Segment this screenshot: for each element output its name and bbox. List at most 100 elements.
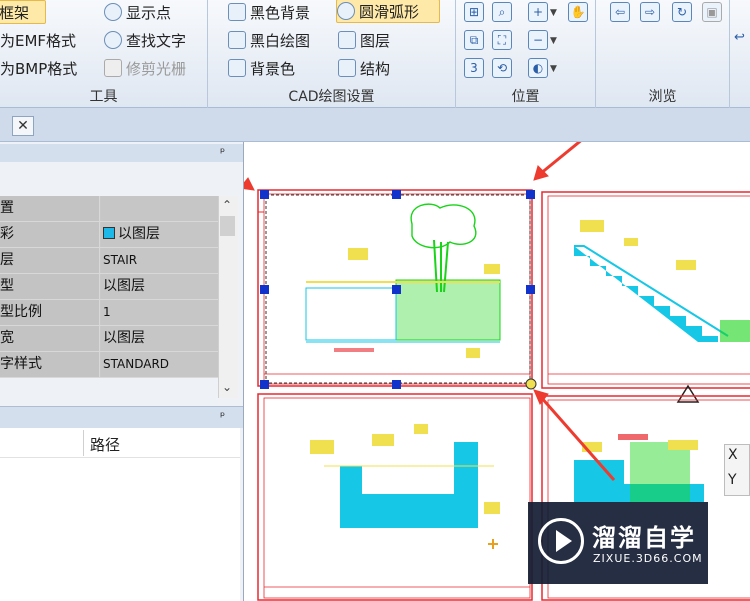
save-bmp-button[interactable]: 为BMP格式 <box>0 56 77 80</box>
property-value: 以图层 <box>101 326 218 351</box>
browse-group: ⇦ ⇨ ↻ ▣ 浏览 <box>596 0 730 108</box>
show-points-label: 显示点 <box>126 3 172 22</box>
monochrome-label: 黑白绘图 <box>250 31 311 50</box>
copy-view-icon[interactable]: ⧉ <box>464 30 484 50</box>
files-list[interactable] <box>0 458 240 601</box>
save-emf-button[interactable]: 为EMF格式 <box>0 28 76 52</box>
property-value: 以图层 <box>101 222 218 247</box>
pin-glyph: ᵖ <box>220 145 226 159</box>
zoom-in-icon[interactable]: + <box>528 2 548 22</box>
property-row[interactable]: 置 <box>0 196 218 222</box>
smooth-arcs-button[interactable]: 圆滑弧形 <box>336 0 440 23</box>
property-row[interactable]: 型 以图层 <box>0 274 218 300</box>
black-background-label: 黑色背景 <box>250 3 311 22</box>
drawing-sheet-top-left[interactable] <box>257 189 537 390</box>
background-color-label: 背景色 <box>250 59 296 78</box>
orbit-icon[interactable]: ◐ <box>528 58 548 78</box>
black-background-button[interactable]: 黑色背景 <box>228 0 310 24</box>
property-value: 以图层 <box>101 274 218 299</box>
files-panel-title <box>0 406 243 428</box>
structure-button[interactable]: 结构 <box>338 56 390 80</box>
cad-settings-group: 黑色背景 黑白绘图 背景色 圆滑弧形 图层 结构 CAD绘图设置 <box>208 0 456 108</box>
property-row[interactable]: 层 STAIR <box>0 248 218 274</box>
3d-view-icon[interactable]: 3 <box>464 58 484 78</box>
path-column-header[interactable]: 路径 <box>90 434 120 455</box>
trim-raster-label: 修剪光栅 <box>126 59 187 78</box>
forward-arrow-icon[interactable]: ⇨ <box>640 2 660 22</box>
structure-icon <box>338 59 356 77</box>
pin-icon[interactable]: ᵖ <box>220 409 225 423</box>
pin-icon[interactable]: ᵖ <box>220 145 225 159</box>
properties-grid: 置 彩 以图层 层 STAIR 型 以图层 型比例 1 宽 以图层 字样式 ST… <box>0 196 218 378</box>
layers-label: 图层 <box>360 31 391 50</box>
watermark-title: 溜溜自学 <box>592 524 696 552</box>
zoom-in-dropdown-icon[interactable]: ▼ <box>550 8 557 18</box>
layers-icon <box>338 31 356 49</box>
properties-panel-title <box>0 144 243 162</box>
zoom-out-dropdown-icon[interactable]: ▼ <box>550 36 557 46</box>
pin-glyph: ᵖ <box>220 409 226 423</box>
show-points-button[interactable]: 显示点 <box>104 0 171 24</box>
close-tab-button[interactable]: ✕ <box>12 116 34 136</box>
drawing-sheet-top-right[interactable] <box>541 191 750 403</box>
refresh-icon[interactable]: ↻ <box>672 2 692 22</box>
find-text-button[interactable]: 查找文字 <box>104 28 186 52</box>
trim-icon <box>104 59 122 77</box>
property-name: 宽 <box>0 326 100 351</box>
property-name: 字样式 <box>0 352 100 377</box>
browse-group-label: 浏览 <box>648 89 677 105</box>
rotate-view-icon[interactable]: ⟲ <box>492 58 512 78</box>
frame-label: 框架 <box>0 3 30 22</box>
color-value: 以图层 <box>118 226 160 242</box>
back-arrow-icon[interactable]: ⇦ <box>610 2 630 22</box>
property-row[interactable]: 字样式 STANDARD <box>0 352 218 378</box>
fit-window-icon[interactable]: ⊞ <box>464 2 484 22</box>
document-tab-strip <box>0 108 750 142</box>
smooth-arc-icon <box>337 2 355 20</box>
scrollbar-thumb[interactable] <box>220 216 235 236</box>
overflow-icon[interactable]: ↩ <box>734 30 745 45</box>
orbit-dropdown-icon[interactable]: ▼ <box>550 64 557 74</box>
frame-button[interactable]: 框架 <box>0 0 46 24</box>
save-bmp-label: 为BMP格式 <box>0 59 78 78</box>
property-row[interactable]: 型比例 1 <box>0 300 218 326</box>
tools-group: 框架 为EMF格式 为BMP格式 显示点 查找文字 修剪光栅 工具 <box>0 0 208 108</box>
property-name: 置 <box>0 196 100 221</box>
coordinate-y-label: Y <box>728 472 737 488</box>
property-value: STAIR <box>101 248 218 273</box>
monochrome-button[interactable]: 黑白绘图 <box>228 28 310 52</box>
overflow-group: ↩ <box>730 0 750 108</box>
app-window: 框架 为EMF格式 为BMP格式 显示点 查找文字 修剪光栅 工具 黑色背景 黑… <box>0 0 750 601</box>
trim-raster-button[interactable]: 修剪光栅 <box>104 56 186 80</box>
structure-label: 结构 <box>360 59 391 78</box>
property-value: STANDARD <box>101 352 218 377</box>
scroll-down-icon[interactable]: ⌄ <box>222 380 232 394</box>
pan-hand-icon[interactable]: ✋ <box>568 2 588 22</box>
save-emf-label: 为EMF格式 <box>0 31 77 50</box>
property-value: 1 <box>101 300 218 325</box>
tools-group-label: 工具 <box>89 89 118 105</box>
layers-button[interactable]: 图层 <box>338 28 390 52</box>
property-name: 型 <box>0 274 100 299</box>
property-name: 彩 <box>0 222 100 247</box>
zoom-window-icon[interactable]: ⌕ <box>492 2 512 22</box>
plus-circle-icon <box>104 3 122 21</box>
extents-icon[interactable]: ⛶ <box>492 30 512 50</box>
drawing-sheet-bottom-left[interactable] <box>257 393 533 601</box>
background-color-icon <box>228 59 246 77</box>
column-divider[interactable] <box>83 430 84 456</box>
disabled-nav-icon[interactable]: ▣ <box>702 2 722 22</box>
property-value <box>101 196 218 221</box>
property-row[interactable]: 宽 以图层 <box>0 326 218 352</box>
monochrome-icon <box>228 31 246 49</box>
coordinate-x-label: X <box>728 447 738 463</box>
property-row[interactable]: 彩 以图层 <box>0 222 218 248</box>
background-color-button[interactable]: 背景色 <box>228 56 295 80</box>
find-icon <box>104 31 122 49</box>
scroll-up-icon[interactable]: ⌃ <box>222 198 232 212</box>
zoom-out-icon[interactable]: − <box>528 30 548 50</box>
position-group: ⊞ ⌕ + ▼ ✋ ⧉ ⛶ − ▼ 3 ⟲ ◐ ▼ 位置 <box>456 0 596 108</box>
property-name: 层 <box>0 248 100 273</box>
property-name: 型比例 <box>0 300 100 325</box>
black-background-icon <box>228 3 246 21</box>
